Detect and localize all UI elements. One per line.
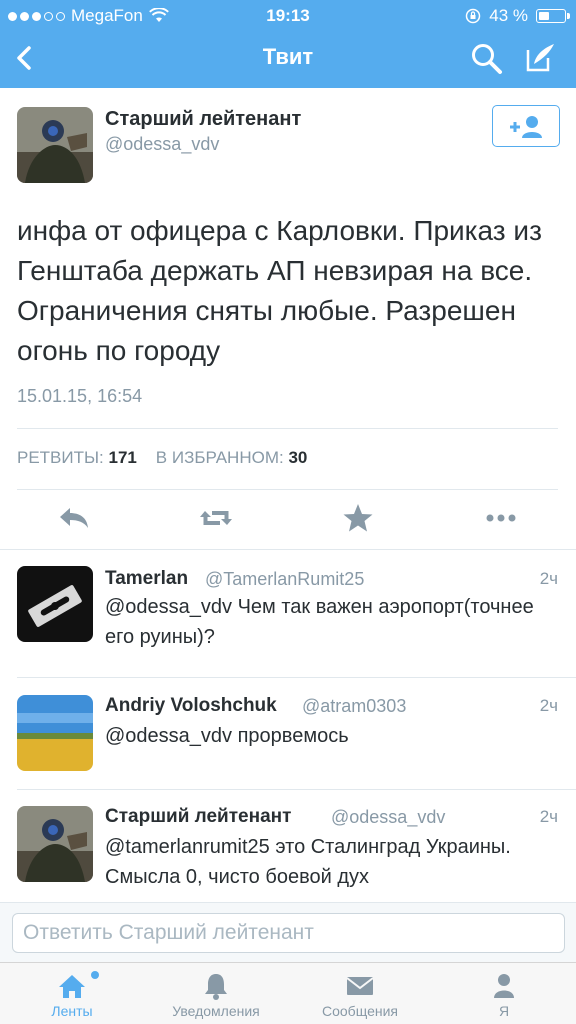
divider [17, 428, 558, 429]
reply-avatar[interactable] [17, 806, 93, 882]
add-user-icon [510, 116, 542, 138]
reply-author-handle[interactable]: @TamerlanRumit25 [205, 569, 364, 590]
reply-author-name[interactable]: Tamerlan [105, 568, 188, 590]
author-handle[interactable]: @odessa_vdv [105, 134, 219, 155]
author-avatar[interactable] [17, 107, 93, 183]
reply-time: 2ч [539, 807, 558, 826]
reply-input[interactable] [12, 913, 565, 953]
status-bar: MegaFon 19:13 43 % [0, 0, 576, 30]
follow-button[interactable] [492, 105, 560, 147]
reply-text: @tamerlanrumit25 это Сталинград Украины.… [105, 836, 511, 888]
reply-avatar[interactable] [17, 695, 93, 771]
tab-notifications[interactable]: Уведомления [144, 963, 288, 1024]
reply-text: @odessa_vdv прорвемось [105, 725, 349, 747]
reply-icon[interactable] [54, 498, 94, 538]
tab-home[interactable]: Ленты [0, 963, 144, 1024]
tab-messages[interactable]: Сообщения [288, 963, 432, 1024]
divider [0, 549, 576, 550]
divider [17, 789, 576, 790]
envelope-icon [346, 977, 374, 995]
reply-author-name[interactable]: Andriy Voloshchuk [105, 695, 277, 717]
reply-time: 2ч [539, 569, 558, 588]
retweets-label: РЕТВИТЫ: [17, 448, 104, 467]
tweet-text: инфа от офицера с Карловки. Приказ из Ге… [17, 215, 542, 366]
top-bar: MegaFon 19:13 43 % Твит [0, 0, 576, 88]
home-icon [59, 975, 85, 998]
star-icon[interactable] [338, 498, 378, 538]
reply-author-name[interactable]: Старший лейтенант [105, 806, 291, 828]
compose-icon[interactable] [522, 40, 558, 76]
more-icon[interactable] [481, 498, 521, 538]
tweet-stats: РЕТВИТЫ: 171 В ИЗБРАННОМ: 30 [17, 448, 307, 468]
search-icon[interactable] [470, 42, 504, 76]
tab-bar: Ленты Уведомления Сообщения Я [0, 962, 576, 1024]
person-icon [494, 974, 514, 998]
reply-time: 2ч [539, 696, 558, 715]
retweets-count[interactable]: 171 [109, 448, 137, 467]
reply-avatar[interactable] [17, 566, 93, 642]
divider [17, 489, 558, 490]
favorites-label: В ИЗБРАННОМ: [155, 448, 284, 467]
reply-author-handle[interactable]: @odessa_vdv [331, 807, 445, 828]
tab-label: Я [498, 1003, 510, 1019]
tab-label: Сообщения [322, 1003, 398, 1019]
retweet-icon[interactable] [196, 498, 236, 538]
battery-percent: 43 % [489, 6, 528, 25]
tab-label: Уведомления [172, 1003, 260, 1019]
reply-text: @odessa_vdv Чем так важен аэропорт(точне… [105, 596, 534, 648]
tweet-timestamp: 15.01.15, 16:54 [17, 386, 143, 406]
battery-icon [536, 9, 570, 23]
favorites-count[interactable]: 30 [288, 448, 307, 467]
notification-dot [91, 971, 99, 979]
divider [17, 677, 576, 678]
tab-label: Ленты [51, 1003, 93, 1019]
author-name[interactable]: Старший лейтенант [105, 108, 301, 131]
reply-author-handle[interactable]: @atram0303 [302, 696, 406, 717]
orientation-lock-icon [466, 8, 481, 24]
reply-bar [0, 902, 576, 962]
tab-me[interactable]: Я [432, 963, 576, 1024]
bell-icon [205, 974, 227, 1000]
